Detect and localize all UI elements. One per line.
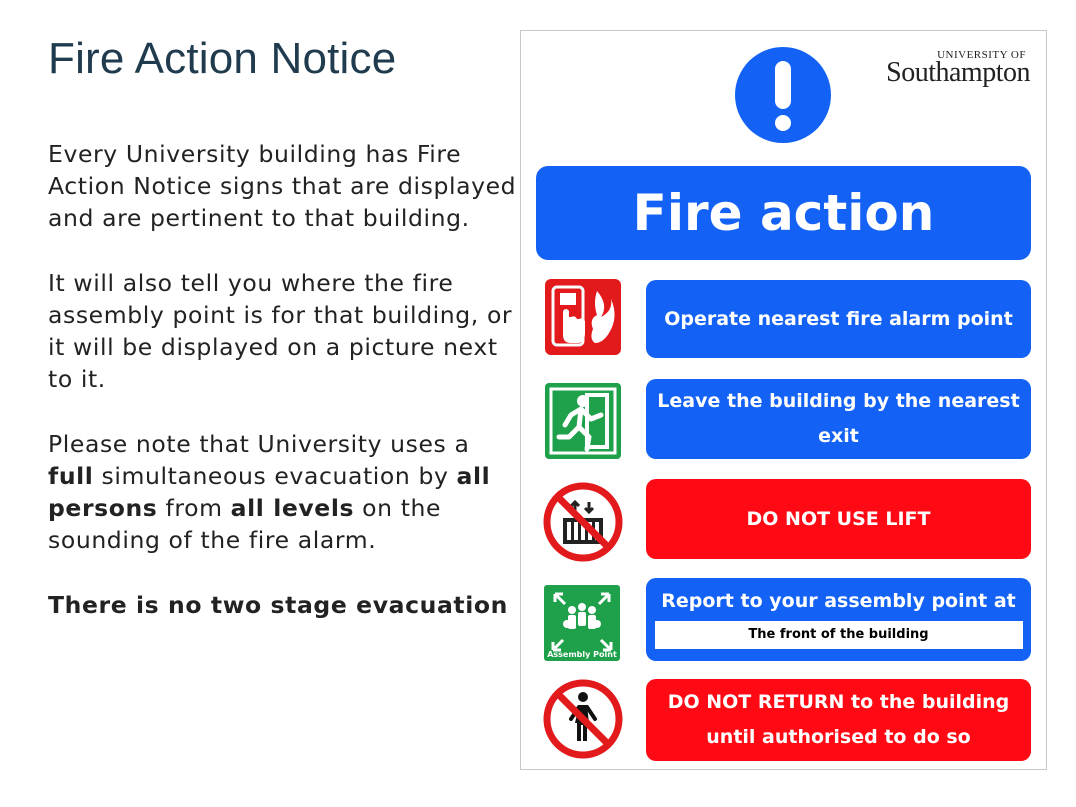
bold-span: all levels (230, 494, 355, 522)
instruction-alarm: Operate nearest fire alarm point (646, 280, 1031, 358)
slide-body: Every University building has Fire Actio… (48, 138, 518, 654)
paragraph-evacuation: Please note that University uses a full … (48, 428, 518, 556)
text-span: Please note that University uses a (48, 430, 470, 458)
fire-action-banner: Fire action (536, 166, 1031, 260)
emergency-exit-icon (545, 383, 621, 459)
fire-action-sign: UNIVERSITY OF Southampton Fire action Op… (520, 30, 1047, 770)
university-logo: UNIVERSITY OF Southampton (886, 49, 1030, 89)
logo-big-text: Southampton (886, 57, 1030, 88)
slide-title: Fire Action Notice (48, 34, 397, 83)
instruction-no-lift: DO NOT USE LIFT (646, 479, 1031, 559)
assembly-point-label: Assembly Point (547, 650, 617, 659)
bold-span: There is no two stage evacuation (48, 591, 508, 619)
instruction-no-return: DO NOT RETURN to the building until auth… (646, 679, 1031, 761)
instruction-leave: Leave the building by the nearest exit (646, 379, 1031, 459)
fire-alarm-icon (545, 279, 621, 355)
no-entry-person-icon (543, 679, 623, 759)
assembly-location-field: The front of the building (654, 621, 1023, 649)
paragraph-no-two-stage: There is no two stage evacuation (48, 589, 518, 621)
exclamation-icon (735, 47, 831, 143)
paragraph-buildings: Every University building has Fire Actio… (48, 140, 517, 232)
bold-span: full (48, 462, 94, 490)
instruction-report: Report to your assembly point at The fro… (646, 578, 1031, 661)
paragraph-assembly: It will also tell you where the fire ass… (48, 269, 513, 393)
no-lift-icon (543, 482, 623, 562)
assembly-point-icon: Assembly Point (544, 585, 620, 661)
text-span: simultaneous evacuation by (93, 462, 457, 490)
report-label: Report to your assembly point at (661, 590, 1016, 612)
text-span: from (157, 494, 231, 522)
